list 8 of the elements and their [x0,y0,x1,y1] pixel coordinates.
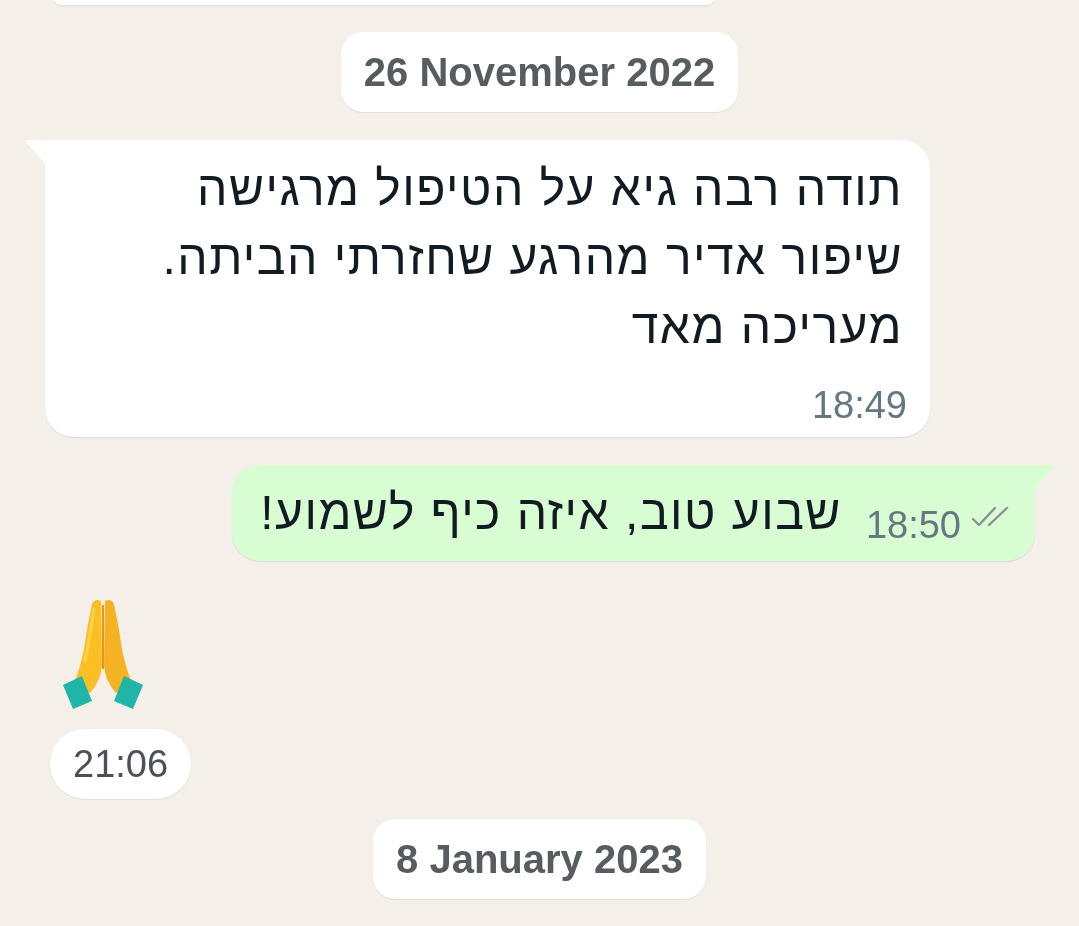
date-chip: 8 January 2023 [373,819,706,899]
message-text: שבוע טוב, איזה כיף לשמוע! [260,485,842,541]
date-chip: 26 November 2022 [340,32,739,112]
message-time: 21:06 [50,729,192,799]
message-time: 18:50 [865,505,961,545]
message-time: 18:49 [811,385,907,425]
message-text: תודה רבה גיא על הטיפול מרגישה שיפור אדיר מהרגע שחזרתי הביתה. מעריכה מאד [162,161,903,355]
folded-hands-icon [60,597,146,711]
